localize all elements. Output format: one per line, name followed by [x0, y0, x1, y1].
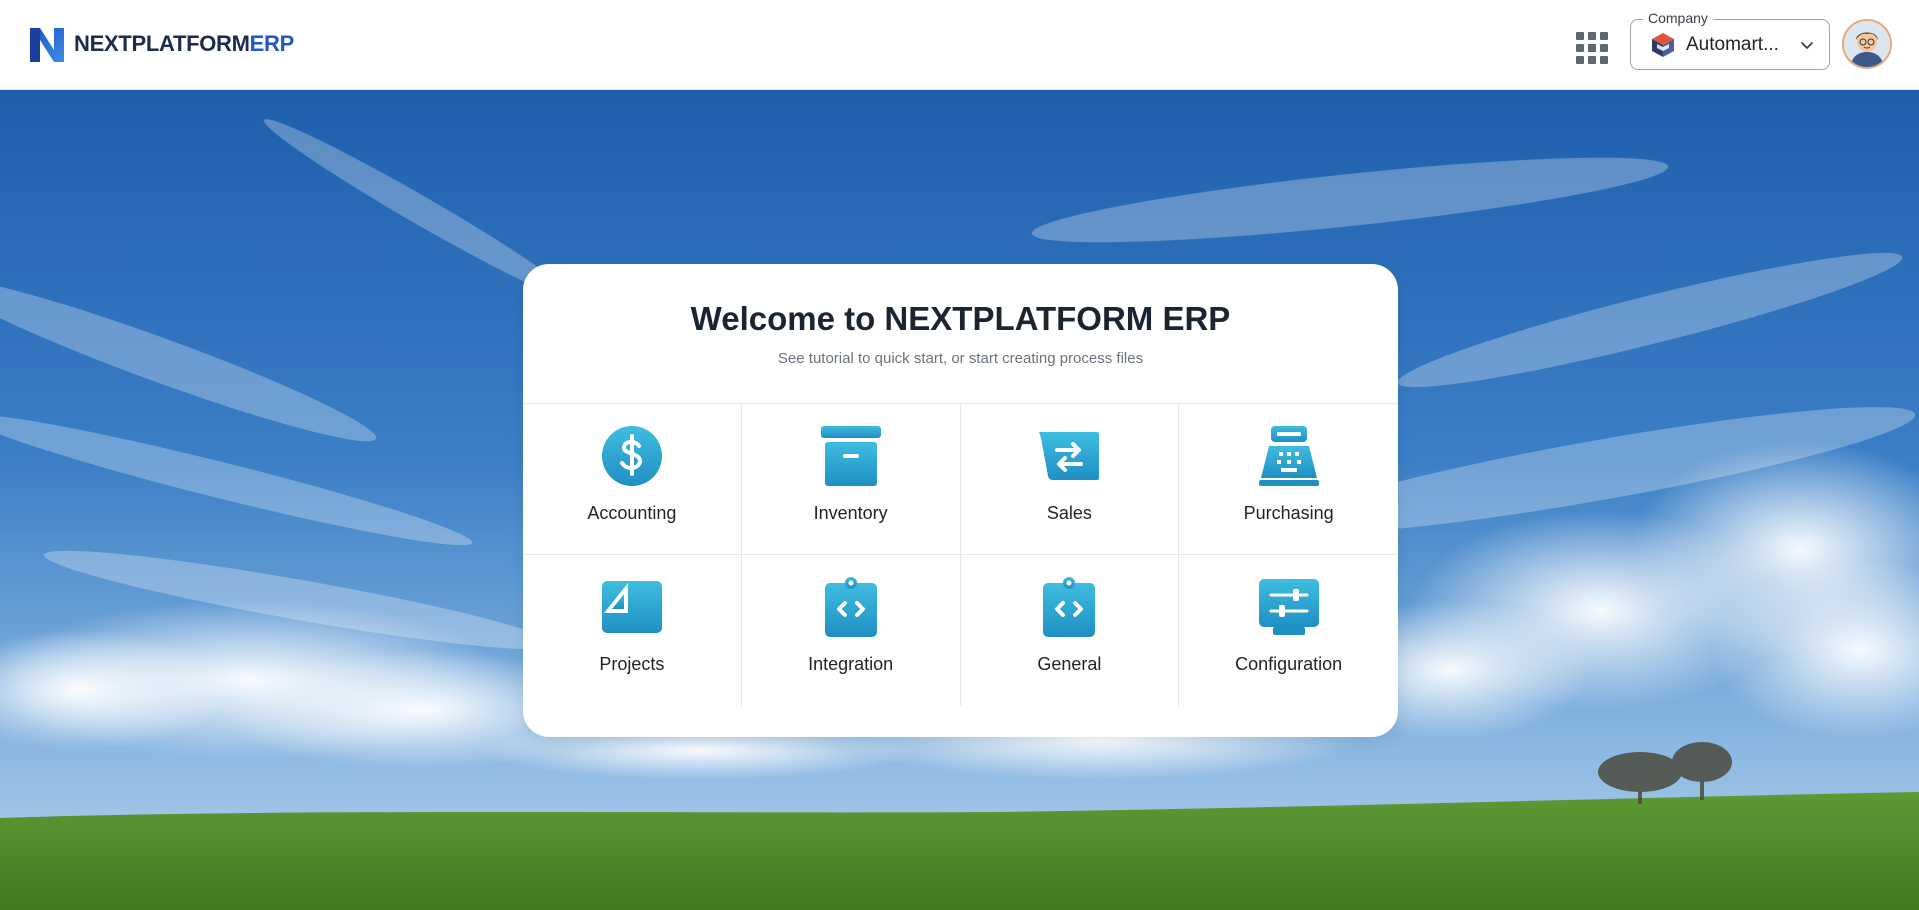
module-general[interactable]: General [961, 555, 1180, 706]
avatar-face-icon [1844, 21, 1890, 67]
welcome-subtitle: See tutorial to quick start, or start cr… [777, 350, 1144, 367]
module-inventory[interactable]: Inventory [741, 404, 961, 555]
brand-name-main: NEXTPLATFORM [74, 31, 250, 56]
brand-name: NEXTPLATFORMERP [74, 31, 294, 57]
module-label: Accounting [587, 503, 677, 523]
drafting-triangle-icon [601, 581, 662, 633]
module-grid: Accounting Inventory Sales Purchasing Pr… [523, 404, 1398, 706]
company-logo-icon [1652, 32, 1674, 57]
module-purchasing[interactable]: Purchasing [1179, 404, 1398, 555]
top-header: NEXTPLATFORMERP Company Automart... [0, 0, 1919, 90]
chevron-down-icon [1801, 41, 1813, 49]
archive-box-icon [820, 426, 881, 486]
company-select[interactable]: Company Automart... [1630, 10, 1830, 70]
module-label: General [1037, 654, 1102, 674]
welcome-title: Welcome to NEXTPLATFORM ERP [690, 300, 1231, 337]
apps-grid-icon[interactable] [1572, 28, 1608, 64]
module-accounting[interactable]: Accounting [523, 404, 742, 555]
dollar-coin-icon [601, 426, 662, 486]
module-label: Configuration [1235, 654, 1343, 674]
logo-n-icon [30, 28, 64, 62]
sliders-settings-icon [1258, 579, 1319, 635]
cash-register-icon [1258, 426, 1319, 486]
module-label: Purchasing [1243, 503, 1334, 523]
module-label: Integration [808, 654, 894, 674]
module-label: Inventory [813, 503, 888, 523]
module-configuration[interactable]: Configuration [1179, 555, 1398, 706]
code-clipboard-icon [824, 577, 877, 637]
exchange-arrows-icon [1039, 432, 1100, 480]
module-projects[interactable]: Projects [523, 555, 742, 706]
brand-logo[interactable]: NEXTPLATFORMERP [28, 24, 294, 64]
user-avatar[interactable] [1842, 19, 1892, 69]
welcome-card: Welcome to NEXTPLATFORM ERP See tutorial… [523, 264, 1398, 737]
code-clipboard-icon [1043, 577, 1096, 637]
brand-name-accent: ERP [249, 31, 295, 56]
module-integration[interactable]: Integration [742, 555, 961, 706]
welcome-header: Welcome to NEXTPLATFORM ERP See tutorial… [523, 264, 1398, 404]
module-label: Sales [1046, 503, 1092, 523]
company-value: Automart... [1686, 33, 1779, 55]
company-label: Company [1643, 10, 1713, 26]
module-label: Projects [599, 654, 665, 674]
module-sales[interactable]: Sales [960, 404, 1180, 555]
